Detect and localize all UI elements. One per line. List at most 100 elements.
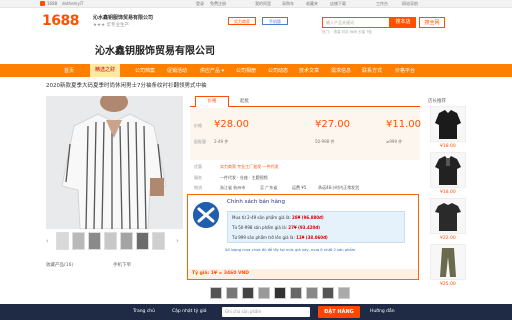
banner-title: 沁水鑫钥服饰贸易有限公司 [95, 46, 215, 57]
search-input[interactable]: 输入产品关键词 [322, 17, 390, 28]
policy-note: Số lượng mua chưa đủ để lấy tại mức giá … [225, 248, 356, 252]
shirt-model-image [46, 96, 183, 229]
sku-thumb[interactable] [274, 287, 286, 299]
thumbnail[interactable] [56, 232, 69, 250]
promo-text[interactable]: 实力商家 专业工厂批发 一件代发 [220, 164, 279, 170]
tshirt-thumb-icon [435, 203, 461, 231]
order-button[interactable]: ĐẶT HÀNG [318, 306, 360, 318]
ship-from: 浙江省 杭州市 [220, 185, 246, 190]
sku-thumb[interactable] [322, 287, 334, 299]
popup-title: Chính sách bán hàng [227, 199, 285, 205]
vendor-logo [193, 202, 219, 228]
tier-price: ¥28.00 [214, 119, 249, 130]
topbar-link[interactable]: 收藏夹 [306, 1, 318, 7]
ship-fee: 运费 ¥5 [292, 185, 307, 190]
tab-wholesale[interactable]: 起批 [240, 96, 249, 107]
nav-item[interactable]: 公司动态 [268, 67, 288, 74]
tab-price[interactable]: 价格 [195, 96, 229, 107]
chevron-left-icon[interactable]: ‹ [46, 237, 49, 245]
thumbnail[interactable] [152, 232, 165, 250]
topbar-link[interactable]: 采购车 [282, 1, 294, 7]
price-tabs: 价格 起批 [190, 96, 420, 107]
recommended-item[interactable] [430, 244, 466, 280]
thumbnail[interactable] [104, 232, 117, 250]
strength-badge[interactable]: 实力商家 [228, 17, 256, 25]
shipping-row: 物流 浙江省 杭州市 至 广东省 运费 ¥5 承诺48小时内正常发货 [190, 184, 420, 192]
exchange-rate: Tỷ giá: 1¥ = 3460 VND [188, 269, 418, 279]
nav-item[interactable]: 供应产品 ▾ [200, 67, 224, 74]
tier-qty: 2-49 件 [214, 139, 229, 144]
topbar-link[interactable]: 登录 [196, 1, 204, 7]
sku-thumb[interactable] [258, 287, 270, 299]
nav-item[interactable]: 促销活动 [167, 67, 187, 74]
nav-item[interactable]: 公司档案 [135, 67, 155, 74]
x-logo-icon [193, 202, 219, 228]
thumbnail-strip: ‹ › [46, 232, 186, 256]
ship-note: 承诺48小时内正常发货 [318, 185, 360, 190]
company-name[interactable]: 沁水鑫钥服饰贸易有限公司 [93, 14, 153, 21]
sku-thumb[interactable] [306, 287, 318, 299]
product-main-image[interactable] [46, 96, 183, 229]
recommended-price: ¥18.00 [440, 144, 456, 149]
nav-item[interactable]: 首页 [64, 67, 74, 74]
favorite-link[interactable]: 收藏产品(16) [46, 262, 73, 268]
tier-qty: ≥999 件 [386, 139, 403, 144]
tier-qty: 50-998 件 [315, 139, 335, 144]
sku-thumb[interactable] [290, 287, 302, 299]
nav-item[interactable]: 公司相册 [236, 67, 256, 74]
recommended-item[interactable] [430, 152, 466, 188]
topbar-link[interactable]: dothemyiT [62, 1, 83, 6]
search-all-button[interactable]: 搜全网 [419, 17, 445, 28]
thumbnail[interactable] [88, 232, 101, 250]
promo-label: 优惠 [194, 164, 202, 169]
search-shop-button[interactable]: 搜本店 [390, 17, 416, 28]
site-logo[interactable]: 1688 [42, 13, 79, 29]
sku-thumb[interactable] [226, 287, 238, 299]
price-label: 价格 [194, 123, 202, 128]
sku-thumb[interactable] [242, 287, 254, 299]
home-link[interactable]: Trang chủ [133, 309, 155, 314]
recommended-item[interactable] [430, 106, 466, 142]
shirt-thumb-icon [435, 110, 461, 139]
pants-thumb-icon [440, 248, 456, 277]
recommended-price: ¥22.00 [440, 236, 456, 241]
sku-thumb[interactable] [210, 287, 222, 299]
sidebar-title: 店长推荐 [428, 99, 446, 104]
topbar-link[interactable]: 我的阿里 [255, 1, 271, 7]
nav-item[interactable]: 需求信息 [331, 67, 351, 74]
topbar-link[interactable]: 店铺下载 [330, 1, 346, 7]
topbar-link[interactable]: 免费注册 [210, 1, 226, 7]
policy-line: Từ 999 sản phẩm trở lên giá là: 11¥ (38.… [232, 235, 328, 240]
thumbnail[interactable] [72, 232, 85, 250]
polo-thumb-icon [435, 156, 461, 185]
topbar-link[interactable]: 工作台 [376, 1, 388, 7]
update-rate-link[interactable]: Cập nhật tỷ giá [172, 309, 207, 314]
nav-item-highlight[interactable]: 精选之财 [90, 64, 120, 77]
tier-price: ¥27.00 [315, 119, 350, 130]
note-input[interactable]: Ghi chú sản phẩm [222, 307, 310, 317]
thumbnail[interactable] [120, 232, 133, 250]
service-label: 服务 [194, 175, 202, 180]
promo-row: 优惠 实力商家 专业工厂批发 一件代发 [190, 162, 420, 172]
ship-to[interactable]: 至 广东省 [260, 185, 277, 191]
tier-price: ¥11.00 [386, 119, 421, 130]
policy-table: Mua từ 2-49 sản phẩm giá là: 28¥ (96.880… [227, 211, 405, 243]
top-strip: 1688 dothemyiT 登录 免费注册 我的阿里 采购车 收藏夹 店铺下载… [0, 0, 512, 8]
price-box: 价格 起批量 ¥28.00 ¥27.00 ¥11.00 2-49 件 50-99… [190, 108, 421, 160]
chevron-right-icon[interactable]: › [176, 237, 179, 245]
mobile-badge[interactable]: 手机版 [262, 17, 288, 25]
nav-item[interactable]: 联系方式 [362, 67, 382, 74]
thumbnail[interactable] [136, 232, 149, 250]
hot-terms[interactable]: 热门： 男装 衬衫 休闲 长袖 T恤 [322, 30, 372, 35]
sku-thumb[interactable] [338, 287, 350, 299]
nav-item[interactable]: 价格平台 [395, 67, 415, 74]
help-link[interactable]: Hướng dẫn [370, 309, 395, 314]
recommended-item[interactable] [430, 198, 466, 234]
nav-item[interactable]: 技术文章 [299, 67, 319, 74]
sku-thumb-strip [190, 287, 420, 301]
site-icon [40, 1, 45, 6]
policy-line: Từ 50-998 sản phẩm giá là: 27¥ (93.420đ) [232, 225, 320, 230]
mobile-order-link[interactable]: 手机下单 [113, 262, 131, 268]
topbar-link[interactable]: 网站导航 [402, 1, 418, 7]
topbar-link[interactable]: 1688 [47, 1, 57, 6]
